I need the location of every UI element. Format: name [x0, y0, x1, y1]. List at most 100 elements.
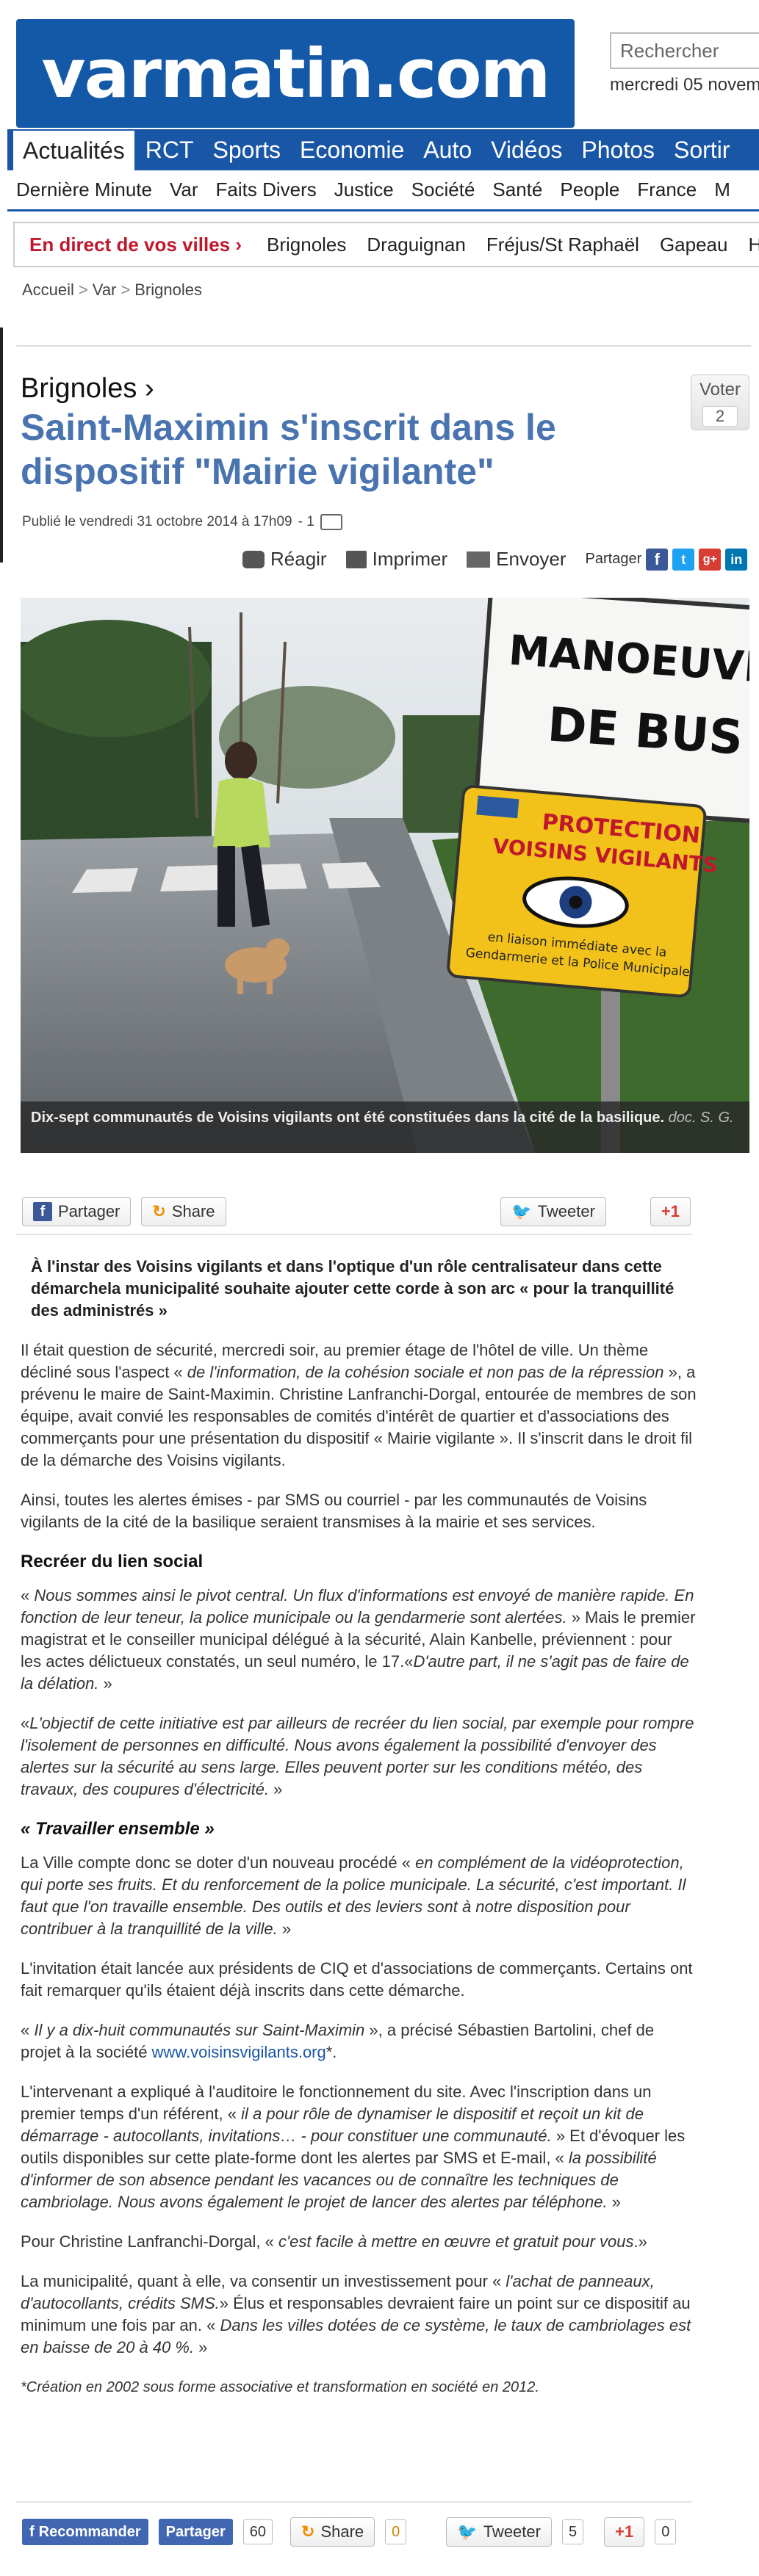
nav-item-rct[interactable]: RCT — [136, 129, 204, 170]
subnav-item-justice[interactable]: Justice — [325, 178, 403, 201]
google-plus-icon[interactable]: g+ — [699, 548, 722, 571]
share-icon: ↻ — [301, 2522, 315, 2541]
caption-text: Dix-sept communautés de Voisins vigilant… — [31, 1110, 665, 1126]
subheading: Recréer du lien social — [21, 1552, 204, 1571]
facebook-recommend-button[interactable]: f Recommander — [22, 2519, 148, 2545]
facebook-share-button[interactable]: f Partager — [22, 1197, 132, 1226]
nav-item-auto[interactable]: Auto — [414, 129, 481, 170]
facebook-icon: f — [29, 2523, 35, 2540]
site-logo[interactable]: varmatin.com — [16, 19, 575, 128]
google-plus-label: +1 — [661, 1202, 680, 1220]
divider — [16, 345, 751, 347]
section-link[interactable]: Brignoles › — [21, 373, 154, 405]
paragraph: L'invitation était lancée aux présidents… — [21, 1959, 693, 2000]
footnote: *Création en 2002 sous forme associative… — [21, 2379, 539, 2395]
paragraph: L'intervenant a expliqué à l'auditoire l… — [21, 2083, 686, 2211]
share-label: Partager — [585, 551, 642, 567]
vote-label: Voter — [699, 380, 741, 399]
print-button[interactable]: Imprimer — [345, 548, 448, 571]
linkedin-icon[interactable]: in — [725, 548, 748, 571]
city-link[interactable]: Draguignan — [356, 234, 475, 256]
send-button[interactable]: Envoyer — [467, 548, 566, 571]
divider — [16, 1234, 692, 1235]
breadcrumb: Accueil > Var > Brignoles — [22, 281, 202, 300]
paragraph: Ainsi, toutes les alertes émises - par S… — [21, 1491, 647, 1531]
subnav-item-people[interactable]: People — [551, 178, 628, 201]
comment-icon[interactable] — [320, 514, 342, 530]
cities-bar-label[interactable]: En direct de vos villes › — [15, 234, 256, 256]
share-label: Share — [320, 2522, 364, 2541]
city-link[interactable]: Gapeau — [650, 234, 738, 256]
nav-item-sports[interactable]: Sports — [204, 129, 290, 170]
tweet-button[interactable]: 🐦 Tweeter — [500, 1197, 606, 1226]
recommend-label: Recommander — [38, 2523, 141, 2540]
nav-item-economie[interactable]: Economie — [290, 129, 414, 170]
paragraph: La Ville compte donc se doter d'un nouve… — [21, 1853, 686, 1938]
google-plus-button[interactable]: +1 — [604, 2517, 645, 2547]
photo-illustration: MANOEUVRES DE BUS PROTECTION VOISINS VIG… — [21, 598, 749, 1153]
city-link[interactable]: Hy — [738, 234, 759, 256]
nav-item-sortir[interactable]: Sortir — [664, 129, 739, 170]
article-lede: À l'instar des Voisins vigilants et dans… — [31, 1257, 675, 1320]
paragraph: «L'objectif de cette initiative est par … — [21, 1714, 694, 1798]
google-plus-label: +1 — [615, 2522, 634, 2541]
facebook-icon: f — [33, 1202, 52, 1221]
divider — [16, 2501, 692, 2503]
cities-bar: En direct de vos villes › Brignoles Drag… — [13, 222, 759, 267]
article-title: Saint-Maximin s'inscrit dans le disposit… — [21, 407, 556, 492]
paragraph: La municipalité, quant à elle, va consen… — [21, 2272, 691, 2356]
breadcrumb-separator: > — [120, 281, 131, 299]
breadcrumb-item[interactable]: Brignoles — [134, 281, 202, 299]
google-plus-button[interactable]: +1 — [650, 1197, 691, 1226]
subnav-item-france[interactable]: France — [628, 178, 705, 201]
share-button[interactable]: ↻ Share — [290, 2517, 375, 2547]
tweet-count: 5 — [561, 2519, 584, 2544]
share-count: 0 — [385, 2519, 407, 2544]
page: varmatin.com Rechercher mercredi 05 nove… — [0, 0, 759, 2576]
sub-nav: Dernière Minute Var Faits Divers Justice… — [7, 170, 759, 211]
subnav-item-societe[interactable]: Société — [403, 178, 484, 201]
nav-item-videos[interactable]: Vidéos — [481, 129, 572, 170]
twitter-icon: 🐦 — [457, 2522, 478, 2541]
subnav-item-derniere-minute[interactable]: Dernière Minute — [7, 178, 161, 201]
current-date: mercredi 05 novembre — [610, 75, 759, 95]
vote-button[interactable]: Voter 2 — [691, 375, 749, 430]
subnav-item-var[interactable]: Var — [161, 178, 207, 201]
city-link[interactable]: Fréjus/St Raphaël — [476, 234, 650, 256]
paragraph: Il était question de sécurité, mercredi … — [21, 1341, 697, 1469]
subnav-item-sante[interactable]: Santé — [483, 178, 551, 201]
main-nav: Actualités RCT Sports Economie Auto Vidé… — [7, 129, 759, 170]
breadcrumb-separator: > — [78, 281, 88, 299]
tweet-button[interactable]: 🐦 Tweeter — [446, 2517, 552, 2547]
print-label: Imprimer — [372, 548, 448, 570]
subheading: « Travailler ensemble » — [21, 1819, 215, 1839]
react-button[interactable]: Réagir — [242, 548, 327, 571]
breadcrumb-item[interactable]: Var — [93, 281, 117, 299]
share-button[interactable]: ↻ Share — [141, 1197, 226, 1226]
share-bar-bottom: f Recommander Partager 60 ↻ Share 0 🐦 Tweet… — [22, 2511, 691, 2553]
nav-item-actualites[interactable]: Actualités — [12, 129, 136, 170]
photo-caption: Dix-sept communautés de Voisins vigilant… — [21, 1101, 749, 1153]
nav-item-photos[interactable]: Photos — [572, 129, 664, 170]
twitter-icon[interactable]: t — [672, 548, 695, 571]
facebook-count: 60 — [242, 2519, 273, 2544]
facebook-share-button[interactable]: Partager — [158, 2519, 233, 2545]
speech-bubble-icon — [242, 550, 265, 568]
tweet-label: Tweeter — [483, 2522, 541, 2541]
envelope-icon — [467, 551, 491, 568]
subnav-item-m[interactable]: M — [705, 178, 739, 201]
share-bar-top: f Partager ↻ Share 🐦 Tweeter +1 — [22, 1191, 691, 1232]
logo-text: varmatin.com — [41, 34, 551, 113]
send-label: Envoyer — [496, 548, 566, 570]
subnav-item-faits-divers[interactable]: Faits Divers — [207, 178, 325, 201]
facebook-icon[interactable]: f — [646, 548, 669, 571]
publication-date: Publié le vendredi 31 octobre 2014 à 17h… — [22, 514, 292, 529]
paragraph: « Il y a dix-huit communautés sur Saint-… — [21, 2021, 655, 2061]
breadcrumb-item[interactable]: Accueil — [22, 281, 74, 299]
paragraph: « Nous sommes ainsi le pivot central. Un… — [21, 1586, 696, 1693]
comment-count[interactable]: - 1 — [298, 514, 314, 530]
city-link[interactable]: Brignoles — [256, 234, 356, 256]
external-link[interactable]: www.voisinsvigilants.org — [152, 2043, 326, 2061]
share-icon: ↻ — [152, 1202, 166, 1220]
search-input[interactable]: Rechercher — [610, 32, 759, 69]
